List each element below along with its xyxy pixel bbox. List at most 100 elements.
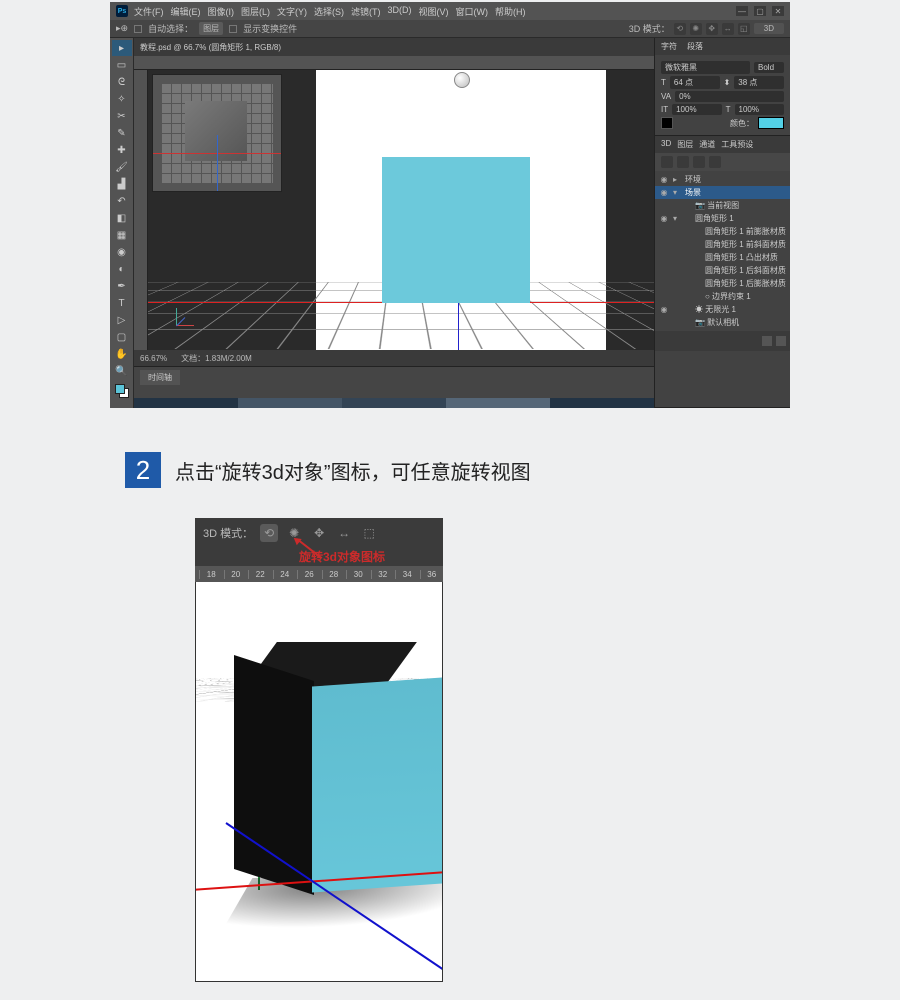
visibility-icon[interactable]: ◉: [659, 305, 669, 314]
menu-filter[interactable]: 滤镜(T): [351, 5, 381, 18]
timeline-tab[interactable]: 时间轴: [140, 370, 180, 385]
menu-layer[interactable]: 图层(L): [241, 5, 270, 18]
character-panel[interactable]: 字符 段落 微软雅黑Bold T64 点⬍38 点 VA0% IT100%T10…: [655, 38, 790, 136]
scale-3d-icon[interactable]: ◱: [738, 23, 750, 35]
document-tab[interactable]: 教程.psd @ 66.7% (圆角矩形 1, RGB/8): [134, 38, 654, 56]
menu-view[interactable]: 视图(V): [419, 5, 449, 18]
font-weight-dropdown[interactable]: Bold: [754, 62, 784, 73]
menu-help[interactable]: 帮助(H): [495, 5, 526, 18]
tree-item[interactable]: ○ 边界约束 1: [655, 290, 790, 303]
tracking-field[interactable]: 0%: [675, 91, 784, 102]
tab-channels[interactable]: 通道: [699, 139, 715, 150]
visibility-icon[interactable]: ◉: [659, 188, 669, 197]
menu-image[interactable]: 图像(I): [208, 5, 235, 18]
shape-tool-icon[interactable]: ▢: [112, 329, 132, 345]
3d-scene-tree[interactable]: ◉▸环境◉▾场景📷 当前视图◉▾圆角矩形 1圆角矩形 1 前膨胀材质圆角矩形 1…: [655, 171, 790, 331]
menu-edit[interactable]: 编辑(E): [171, 5, 201, 18]
visibility-icon[interactable]: ◉: [659, 214, 669, 223]
tab-paragraph[interactable]: 段落: [687, 41, 703, 52]
tree-item[interactable]: 圆角矩形 1 凸出材质: [655, 251, 790, 264]
crop-tool-icon[interactable]: ✂: [112, 108, 132, 124]
disclosure-icon[interactable]: ▾: [673, 214, 681, 223]
visibility-icon[interactable]: ◉: [659, 175, 669, 184]
filter-scene-icon[interactable]: [661, 156, 673, 168]
auto-select-checkbox[interactable]: [134, 25, 142, 33]
dodge-tool-icon[interactable]: ◐: [112, 261, 132, 277]
tree-item[interactable]: 圆角矩形 1 后膨胀材质: [655, 277, 790, 290]
font-size-field[interactable]: 64 点: [670, 76, 720, 89]
minimize-icon[interactable]: —: [736, 6, 748, 16]
heal-tool-icon[interactable]: ✚: [112, 142, 132, 158]
ps-canvas[interactable]: [148, 70, 654, 350]
tree-item[interactable]: ◉▾圆角矩形 1: [655, 212, 790, 225]
filter-material-icon[interactable]: [693, 156, 705, 168]
pan-3d-icon[interactable]: ✥: [310, 524, 328, 542]
eraser-tool-icon[interactable]: ◧: [112, 210, 132, 226]
cube-front-face[interactable]: [382, 157, 530, 303]
auto-select-dropdown[interactable]: 图层: [199, 22, 223, 35]
tab-character[interactable]: 字符: [661, 41, 677, 52]
tree-item[interactable]: 圆角矩形 1 后斜面材质: [655, 264, 790, 277]
menu-3d[interactable]: 3D(D): [388, 5, 412, 18]
show-transform-checkbox[interactable]: [229, 25, 237, 33]
tree-item[interactable]: 📷 当前视图: [655, 199, 790, 212]
leading-field[interactable]: 38 点: [734, 76, 784, 89]
menu-type[interactable]: 文字(Y): [277, 5, 307, 18]
tree-item[interactable]: 圆角矩形 1 前膨胀材质: [655, 225, 790, 238]
tree-item[interactable]: 圆角矩形 1 前斜面材质: [655, 238, 790, 251]
3d-panel[interactable]: 3D 图层 通道 工具预设 ◉▸环境◉▾场景📷 当前视图◉▾圆角矩形 1圆角矩形…: [655, 136, 790, 408]
ps-toolbar[interactable]: ▸ ▭ ᘓ ✧ ✂ ✎ ✚ 🖌 ▟ ↶ ◧ ▦ ◉ ◐ ✒ T ▷ ▢ ✋ 🔍: [110, 38, 134, 408]
menu-select[interactable]: 选择(S): [314, 5, 344, 18]
light-gizmo-icon[interactable]: [454, 72, 470, 88]
pan-3d-icon[interactable]: ✥: [706, 23, 718, 35]
tab-3d[interactable]: 3D: [661, 139, 671, 150]
filter-mesh-icon[interactable]: [677, 156, 689, 168]
hscale-field[interactable]: 100%: [735, 104, 785, 115]
pen-tool-icon[interactable]: ✒: [112, 278, 132, 294]
slide-3d-icon[interactable]: ↔: [335, 524, 353, 542]
text-color-swatch[interactable]: [758, 117, 784, 129]
roll-3d-icon[interactable]: ✺: [690, 23, 702, 35]
type-tool-icon[interactable]: T: [112, 295, 132, 311]
maximize-icon[interactable]: ▢: [754, 6, 766, 16]
tree-item[interactable]: 📷 默认相机: [655, 316, 790, 329]
timeline-panel[interactable]: 时间轴: [134, 366, 654, 398]
history-brush-icon[interactable]: ↶: [112, 193, 132, 209]
vscale-field[interactable]: 100%: [672, 104, 722, 115]
path-tool-icon[interactable]: ▷: [112, 312, 132, 328]
tree-item[interactable]: ◉▸环境: [655, 173, 790, 186]
rotate-3d-object-icon[interactable]: ⟲: [260, 524, 278, 542]
disclosure-icon[interactable]: ▸: [673, 175, 681, 184]
tree-item[interactable]: ◉▾场景: [655, 186, 790, 199]
marquee-tool-icon[interactable]: ▭: [112, 57, 132, 73]
zoom-tool-icon[interactable]: 🔍: [112, 363, 132, 379]
stamp-tool-icon[interactable]: ▟: [112, 176, 132, 192]
tab-tool-presets[interactable]: 工具预设: [721, 139, 753, 150]
gradient-tool-icon[interactable]: ▦: [112, 227, 132, 243]
ps-menubar[interactable]: 文件(F) 编辑(E) 图像(I) 图层(L) 文字(Y) 选择(S) 滤镜(T…: [134, 5, 736, 18]
tab-layers[interactable]: 图层: [677, 139, 693, 150]
eyedropper-tool-icon[interactable]: ✎: [112, 125, 132, 141]
close-icon[interactable]: ✕: [772, 6, 784, 16]
slide-3d-icon[interactable]: ↔: [722, 23, 734, 35]
scale-3d-icon[interactable]: ⬚: [360, 524, 378, 542]
hand-tool-icon[interactable]: ✋: [112, 346, 132, 362]
rotate-3d-icon[interactable]: ⟲: [674, 23, 686, 35]
delete-icon[interactable]: [776, 336, 786, 346]
brush-tool-icon[interactable]: 🖌: [112, 159, 132, 175]
disclosure-icon[interactable]: ▾: [673, 188, 681, 197]
menu-file[interactable]: 文件(F): [134, 5, 164, 18]
blur-tool-icon[interactable]: ◉: [112, 244, 132, 260]
tree-item[interactable]: ◉☀ 无限光 1: [655, 303, 790, 316]
wand-tool-icon[interactable]: ✧: [112, 91, 132, 107]
font-family-dropdown[interactable]: 微软雅黑: [661, 61, 750, 74]
color-swatch[interactable]: [115, 384, 129, 398]
menu-window[interactable]: 窗口(W): [456, 5, 489, 18]
secondary-view[interactable]: [152, 74, 282, 192]
workspace-dropdown[interactable]: 3D: [754, 23, 784, 34]
zoom-level[interactable]: 66.67%: [140, 354, 167, 363]
filter-light-icon[interactable]: [709, 156, 721, 168]
move-tool-icon[interactable]: ▸: [112, 40, 132, 56]
lasso-tool-icon[interactable]: ᘓ: [112, 74, 132, 90]
new-light-icon[interactable]: [762, 336, 772, 346]
